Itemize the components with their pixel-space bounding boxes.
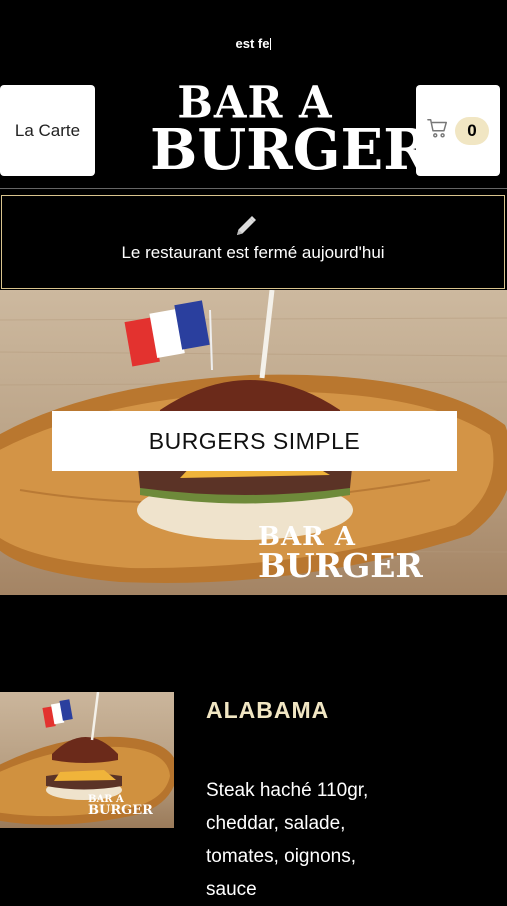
la-carte-label: La Carte: [14, 120, 81, 140]
category-title: BURGERS SIMPLE: [52, 411, 457, 471]
cart-icon: [427, 117, 449, 144]
item-description: Steak haché 110gr, cheddar, salade, toma…: [206, 780, 369, 900]
pencil-icon: [234, 214, 258, 238]
scrolling-status-text: est fe: [235, 36, 272, 51]
item-watermark-line2: BURGER: [88, 802, 153, 818]
category-hero-banner[interactable]: BURGERS SIMPLE BAR A BURGER: [0, 290, 507, 595]
top-bar: est fe: [0, 0, 507, 80]
closed-message: Le restaurant est fermé aujourd'hui: [121, 243, 385, 262]
cart-count-badge: 0: [455, 116, 489, 145]
hero-watermark-line2: BURGER: [258, 545, 423, 585]
cart-button[interactable]: 0: [416, 85, 500, 176]
header-divider: [0, 188, 507, 189]
closed-notice: Le restaurant est fermé aujourd'hui: [1, 195, 505, 289]
hero-watermark: BAR A BURGER: [258, 524, 423, 585]
item-watermark: BAR A BURGER: [88, 795, 153, 817]
item-thumbnail[interactable]: BAR A BURGER: [0, 692, 174, 828]
item-name: ALABAMA: [206, 697, 330, 723]
logo-line1: BAR A: [177, 76, 333, 129]
logo-line2: BURGER: [150, 117, 430, 183]
la-carte-button[interactable]: La Carte: [0, 85, 95, 176]
bar-a-burger-logo[interactable]: BAR A BURGER: [150, 76, 430, 183]
